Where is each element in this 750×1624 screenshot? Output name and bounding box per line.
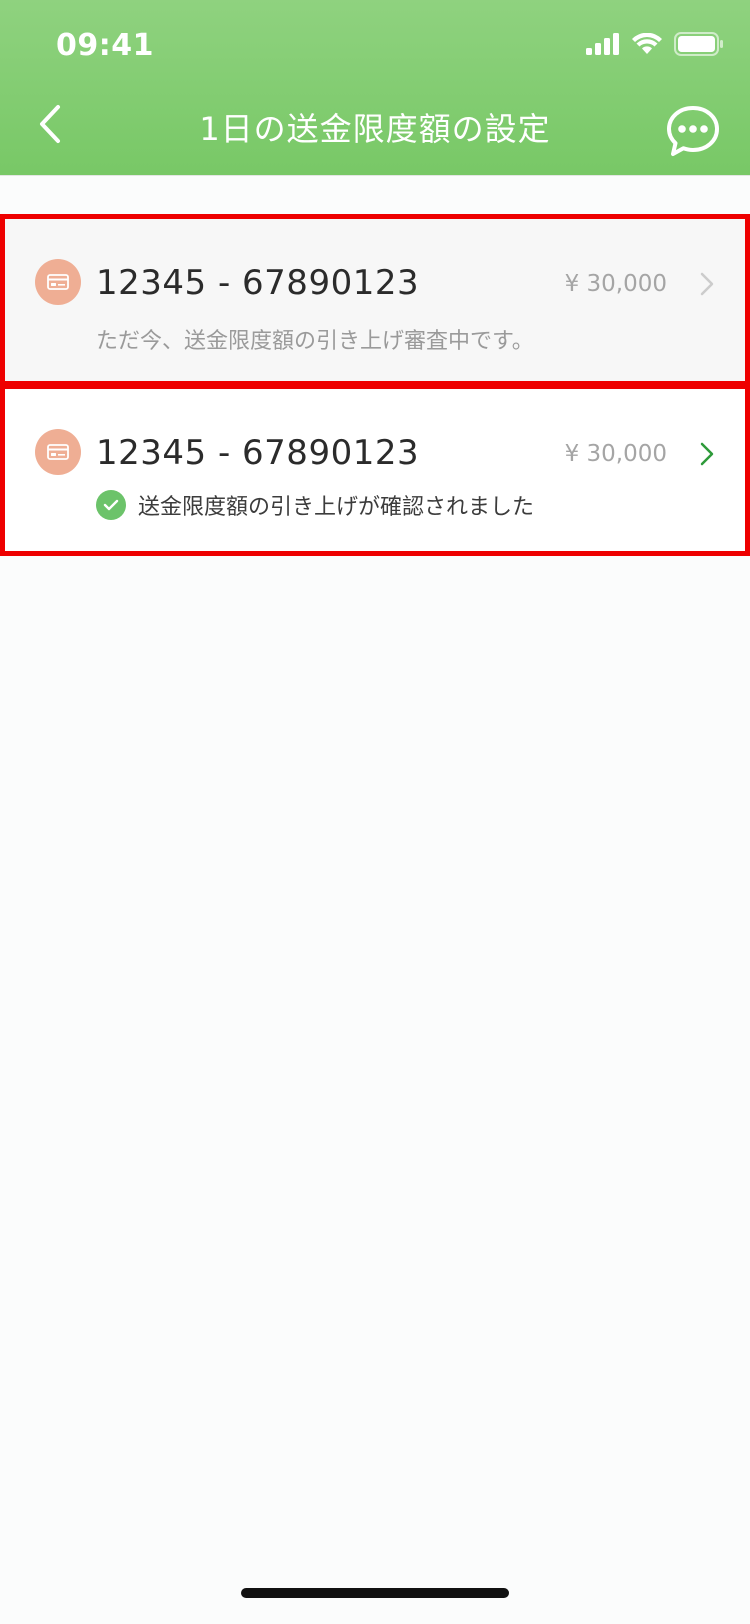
chat-bubble-icon bbox=[666, 105, 720, 161]
account-number: 12345 - 67890123 bbox=[96, 263, 420, 303]
page-title: 1日の送金限度額の設定 bbox=[199, 110, 551, 148]
review-status-text: ただ今、送金限度額の引き上げ審査中です。 bbox=[96, 329, 534, 354]
limit-amount: ¥ 30,000 bbox=[564, 271, 667, 297]
chat-button[interactable] bbox=[664, 104, 722, 162]
account-number: 12345 - 67890123 bbox=[96, 433, 420, 473]
confirmed-status: 送金限度額の引き上げが確認されました bbox=[96, 489, 534, 521]
account-row-confirmed[interactable]: 12345 - 67890123 ¥ 30,000 送金限度額の引き上げが確認さ… bbox=[0, 384, 750, 556]
confirmed-status-text: 送金限度額の引き上げが確認されました bbox=[138, 495, 535, 520]
status-time: 09:41 bbox=[56, 28, 154, 63]
limit-amount: ¥ 30,000 bbox=[564, 441, 667, 467]
home-indicator[interactable] bbox=[241, 1588, 509, 1598]
status-icons bbox=[586, 32, 724, 60]
chevron-right-icon bbox=[695, 441, 717, 467]
card-icon bbox=[35, 429, 81, 475]
card-icon bbox=[35, 259, 81, 305]
account-row-pending[interactable]: 12345 - 67890123 ¥ 30,000 ただ今、送金限度額の引き上げ… bbox=[0, 214, 750, 386]
battery-icon bbox=[674, 32, 724, 60]
signal-icon bbox=[586, 33, 620, 59]
wifi-icon bbox=[632, 32, 662, 59]
screen: 09:41 1日の送金限度額の設定 12345 - 67890123 ¥ 30,… bbox=[0, 0, 750, 1624]
check-circle-icon bbox=[96, 490, 126, 520]
header: 09:41 1日の送金限度額の設定 bbox=[0, 0, 750, 176]
account-list: 12345 - 67890123 ¥ 30,000 ただ今、送金限度額の引き上げ… bbox=[0, 214, 750, 556]
chevron-right-icon bbox=[695, 271, 717, 297]
